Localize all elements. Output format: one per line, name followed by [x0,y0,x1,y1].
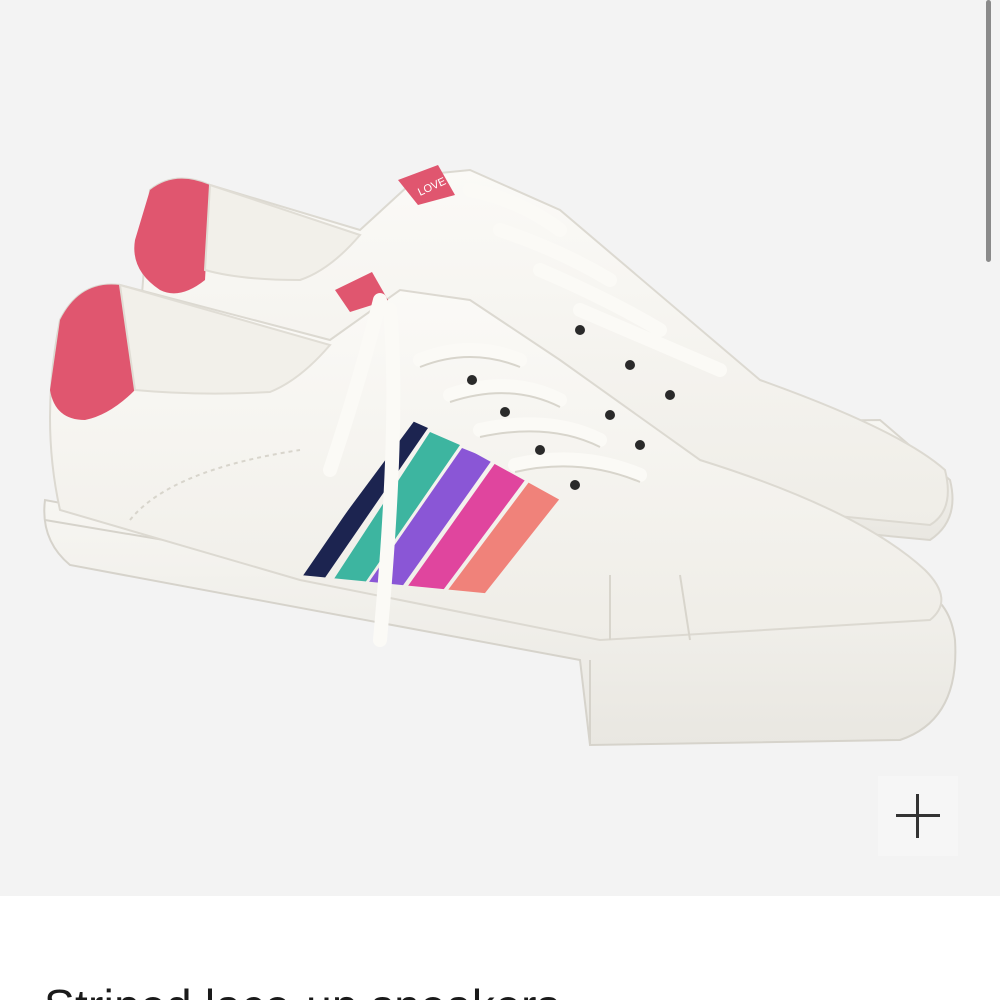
product-page: LOVE [0,0,1000,1000]
plus-icon [896,794,940,838]
scroll-indicator[interactable] [986,0,991,262]
product-image[interactable]: LOVE [0,0,1000,896]
sneakers-illustration: LOVE [43,165,957,747]
product-title: Striped lace-up sneakers [44,978,560,1000]
zoom-button[interactable] [878,776,958,856]
